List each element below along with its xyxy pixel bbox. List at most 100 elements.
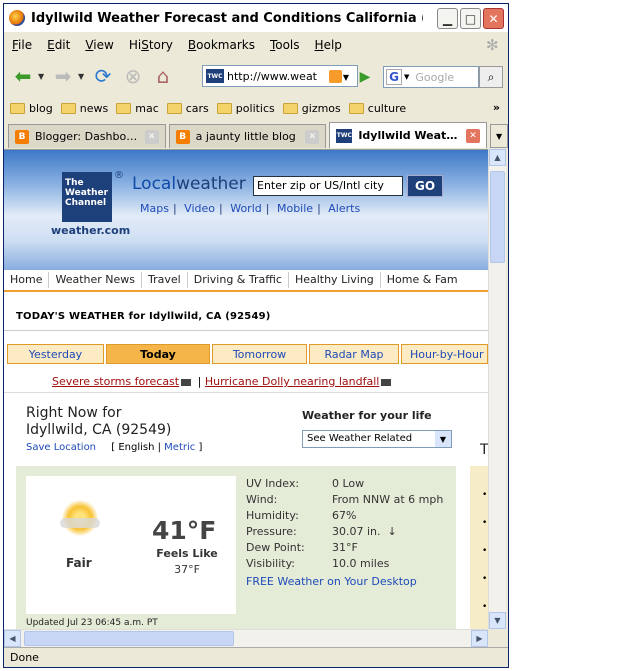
alerts-link[interactable]: Alerts	[328, 202, 360, 215]
mobile-link[interactable]: Mobile	[277, 202, 313, 215]
nav-travel[interactable]: Travel	[142, 272, 188, 288]
tab-today[interactable]: Today	[106, 344, 210, 364]
weather-related-select[interactable]: See Weather Related ▼	[302, 430, 452, 448]
menu-edit[interactable]: Edit	[47, 38, 70, 52]
free-desktop-weather-link[interactable]: FREE Weather on Your Desktop	[246, 574, 443, 590]
go-button[interactable]: GO	[407, 175, 443, 197]
tab-close-icon[interactable]: ✕	[466, 128, 481, 143]
vertical-scrollbar[interactable]: ▲ ▼	[488, 149, 506, 629]
tab-close-icon[interactable]: ✕	[144, 129, 159, 144]
vertical-scroll-thumb[interactable]	[490, 171, 505, 263]
bookmarks-overflow-button[interactable]: »	[493, 101, 500, 114]
back-button[interactable]: ⬅	[8, 62, 38, 90]
close-button[interactable]: ✕	[483, 8, 504, 29]
search-box[interactable]: G ▼ Google	[383, 66, 479, 88]
nav-weather-news[interactable]: Weather News	[49, 272, 143, 288]
stat-wind: Wind: From NNW at 6 mph	[246, 493, 444, 506]
home-button[interactable]: ⌂	[148, 62, 178, 90]
folder-icon	[348, 102, 364, 114]
status-text: Done	[10, 651, 39, 664]
conditions-stats: UV Index: 0 Low Wind: From NNW at 6 mph Hu…	[246, 476, 443, 590]
chevron-down-icon[interactable]: ▼	[435, 431, 451, 447]
maps-link[interactable]: Maps	[140, 202, 169, 215]
reload-button[interactable]: ⟳	[88, 62, 118, 90]
menu-view[interactable]: View	[85, 38, 113, 52]
today-header: TODAY'S WEATHER for Idyllwild, CA (92549…	[16, 311, 271, 322]
zip-search-input[interactable]: Enter zip or US/Intl city	[253, 176, 403, 196]
go-arrow-icon[interactable]: ▶	[354, 66, 376, 88]
throbber-icon: ✻	[486, 36, 499, 54]
engine-dropdown-icon[interactable]: ▼	[404, 73, 409, 81]
hurricane-dolly-link[interactable]: Hurricane Dolly nearing landfall	[205, 375, 379, 388]
haze-icon	[60, 518, 100, 528]
forward-button[interactable]: ➡	[48, 62, 78, 90]
tab-list-button[interactable]: ▼	[490, 124, 508, 148]
save-location-link[interactable]: Save Location	[26, 442, 96, 453]
search-icon[interactable]: ⌕	[479, 66, 503, 88]
scroll-right-icon[interactable]: ▶	[471, 630, 488, 647]
bookmark-folder-gizmos[interactable]: gizmos	[282, 102, 341, 115]
nav-healthy-living[interactable]: Healthy Living	[289, 272, 381, 288]
menu-file[interactable]: File	[12, 38, 32, 52]
menu-bookmarks[interactable]: Bookmarks	[188, 38, 255, 52]
tab-jaunty-blog[interactable]: B a jaunty little blog ✕	[168, 124, 327, 148]
nav-home[interactable]: Home	[4, 272, 50, 288]
search-placeholder[interactable]: Google	[415, 71, 454, 84]
bookmark-folder-cars[interactable]: cars	[166, 102, 209, 115]
bookmarks-toolbar: blog news mac cars politics gizmos cultu…	[4, 96, 508, 120]
tab-idyllwild-weather[interactable]: TWC Idyllwild Weathe... ✕	[329, 122, 488, 148]
scroll-down-icon[interactable]: ▼	[489, 612, 506, 629]
horizontal-scroll-thumb[interactable]	[24, 631, 234, 646]
url-bar[interactable]: TWC http://www.weat	[202, 65, 358, 87]
truncated-heading: T	[480, 442, 488, 458]
nav-home-family[interactable]: Home & Fam	[381, 272, 464, 288]
updated-timestamp: Updated Jul 23 06:45 a.m. PT	[26, 618, 158, 628]
folder-icon	[10, 102, 25, 114]
navigation-toolbar: ⬅ ▼ ➡ ▼ ⟳ ⊗ ⌂ TWC http://www.weat ▼ ▶ G …	[4, 58, 508, 94]
alert-links: Severe storms forecast | Hurricane Dolly…	[52, 375, 394, 388]
weather-channel-logo[interactable]: The Weather Channel	[62, 172, 112, 222]
english-units-link[interactable]: English	[118, 442, 154, 453]
scroll-up-icon[interactable]: ▲	[489, 149, 506, 166]
menu-help[interactable]: Help	[315, 38, 342, 52]
weather-com-link[interactable]: weather.com	[51, 224, 130, 237]
url-history-dropdown[interactable]: ▼	[339, 66, 353, 88]
scroll-left-icon[interactable]: ◀	[4, 630, 21, 647]
bookmark-folder-news[interactable]: news	[60, 102, 108, 115]
folder-icon	[216, 102, 232, 114]
minimize-button[interactable]: ▁	[437, 8, 458, 29]
folder-icon	[282, 102, 298, 114]
maximize-button[interactable]: □	[460, 8, 481, 29]
bookmark-folder-mac[interactable]: mac	[116, 102, 159, 115]
window-title: Idyllwild Weather Forecast and Condition…	[31, 10, 423, 26]
forward-history-dropdown[interactable]: ▼	[78, 72, 88, 81]
url-text[interactable]: http://www.weat	[227, 70, 327, 83]
horizontal-scrollbar[interactable]: ◀ ▶	[4, 629, 488, 647]
weather-for-life-title: Weather for your life	[302, 409, 432, 422]
nav-driving-traffic[interactable]: Driving & Traffic	[188, 272, 289, 288]
back-history-dropdown[interactable]: ▼	[38, 72, 48, 81]
tab-close-icon[interactable]: ✕	[305, 129, 320, 144]
stat-humidity: Humidity: 67%	[246, 509, 357, 522]
google-engine-icon[interactable]: G	[386, 69, 402, 85]
folder-icon	[60, 102, 76, 114]
menu-tools[interactable]: Tools	[270, 38, 300, 52]
metric-units-link[interactable]: Metric	[164, 442, 195, 453]
world-link[interactable]: World	[230, 202, 262, 215]
tab-yesterday[interactable]: Yesterday	[7, 344, 104, 364]
bookmark-folder-culture[interactable]: culture	[348, 102, 406, 115]
stat-pressure: Pressure: 30.07 in. ↓	[246, 525, 397, 538]
stop-button[interactable]: ⊗	[118, 62, 148, 90]
bookmark-folder-blog[interactable]: blog	[10, 102, 53, 115]
list-bullet: •	[482, 490, 488, 500]
tab-tomorrow[interactable]: Tomorrow	[212, 344, 307, 364]
bookmark-folder-politics[interactable]: politics	[216, 102, 275, 115]
tab-hour-by-hour[interactable]: Hour-by-Hour	[401, 344, 488, 364]
menu-history[interactable]: HiStory	[129, 38, 173, 52]
tab-radar-map[interactable]: Radar Map	[309, 344, 399, 364]
twc-icon: TWC	[336, 128, 353, 143]
video-link[interactable]: Video	[184, 202, 215, 215]
tab-blogger-dashboard[interactable]: B Blogger: Dashboard ✕	[8, 124, 166, 148]
severe-storms-link[interactable]: Severe storms forecast	[52, 375, 179, 388]
page-content: The Weather Channel ® weather.com Localw…	[4, 149, 488, 629]
